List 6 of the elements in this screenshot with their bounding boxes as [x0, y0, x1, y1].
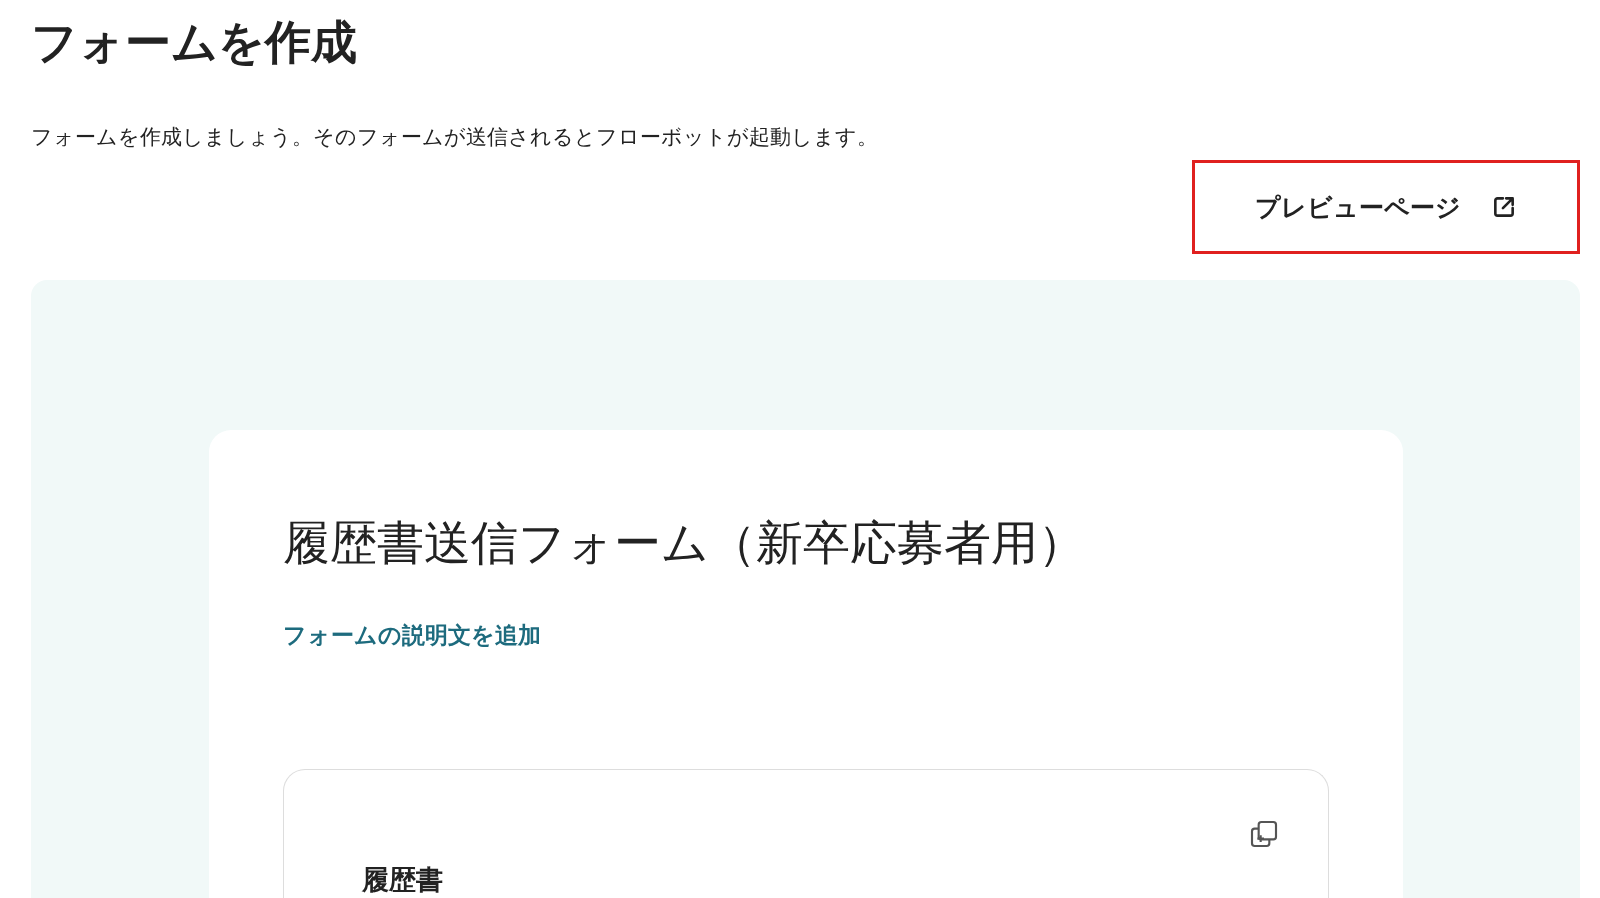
page-description: フォームを作成しましょう。そのフォームが送信されるとフローボットが起動します。 [31, 124, 879, 151]
form-title: 履歴書送信フォーム（新卒応募者用） [282, 514, 1086, 572]
page-title: フォームを作成 [31, 14, 358, 71]
section-title: 履歴書 [361, 863, 443, 897]
external-link-icon [1491, 194, 1517, 220]
add-description-link[interactable]: フォームの説明文を追加 [282, 620, 541, 651]
